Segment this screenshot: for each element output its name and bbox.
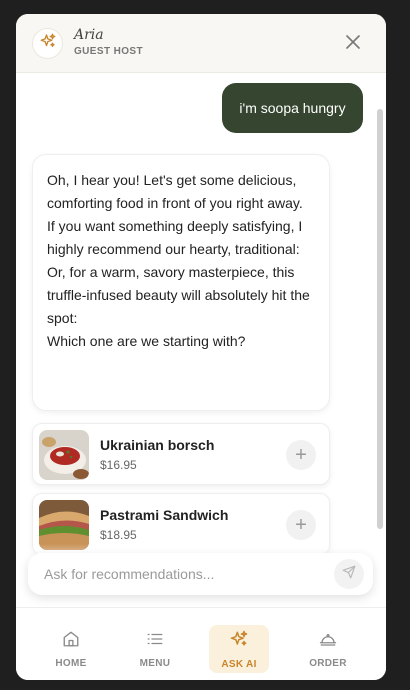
send-button[interactable] — [334, 559, 364, 589]
host-role: GUEST HOST — [74, 46, 144, 57]
plus-icon: + — [295, 443, 307, 466]
ai-message-line: Or, for a warm, savory masterpiece, this… — [47, 264, 310, 326]
product-card[interactable]: Ukrainian borsch $16.95 + — [32, 423, 330, 485]
chat-input-bar — [28, 553, 373, 595]
ai-message-line: If you want something deeply satisfying,… — [47, 218, 303, 257]
chat-scrollbar[interactable] — [377, 109, 383, 529]
bottom-nav: HOME MENU ASK AI ORDER — [16, 607, 386, 680]
close-button[interactable] — [342, 33, 364, 55]
chat-header: Aria GUEST HOST — [16, 14, 386, 73]
ai-message-line: Which one are we starting with? — [47, 333, 246, 349]
chat-area[interactable]: i'm soopa hungry Oh, I hear you! Let's g… — [16, 74, 386, 604]
host-name: Aria — [74, 27, 104, 43]
ai-message-bubble: Oh, I hear you! Let's get some delicious… — [32, 154, 330, 411]
product-image-pastrami — [39, 500, 89, 550]
product-name: Ukrainian borsch — [100, 437, 215, 453]
product-price: $16.95 — [100, 458, 137, 472]
plus-icon: + — [295, 513, 307, 536]
product-price: $18.95 — [100, 528, 137, 542]
nav-item-ask-ai[interactable]: ASK AI — [209, 625, 269, 673]
nav-label: HOME — [55, 658, 87, 669]
sparkle-icon — [229, 625, 249, 654]
nav-item-order[interactable]: ORDER — [298, 626, 358, 672]
add-to-order-button[interactable]: + — [286, 510, 316, 540]
home-icon — [62, 626, 80, 653]
host-avatar — [32, 28, 63, 59]
cloche-icon — [319, 626, 337, 653]
nav-item-home[interactable]: HOME — [41, 626, 101, 672]
nav-label: ASK AI — [221, 659, 257, 670]
close-icon — [346, 34, 360, 54]
chat-input[interactable] — [44, 553, 324, 595]
chat-panel: Aria GUEST HOST i'm soopa hungry Oh, I h… — [16, 14, 386, 680]
nav-label: ORDER — [309, 658, 347, 669]
product-image-borsch — [39, 430, 89, 480]
menu-list-icon — [146, 626, 164, 653]
send-icon — [342, 565, 356, 584]
ai-message-line: Oh, I hear you! Let's get some delicious… — [47, 172, 303, 211]
user-message-bubble: i'm soopa hungry — [222, 83, 363, 133]
nav-item-menu[interactable]: MENU — [125, 626, 185, 672]
add-to-order-button[interactable]: + — [286, 440, 316, 470]
product-name: Pastrami Sandwich — [100, 507, 229, 523]
sparkle-icon — [39, 32, 57, 55]
nav-label: MENU — [139, 658, 171, 669]
